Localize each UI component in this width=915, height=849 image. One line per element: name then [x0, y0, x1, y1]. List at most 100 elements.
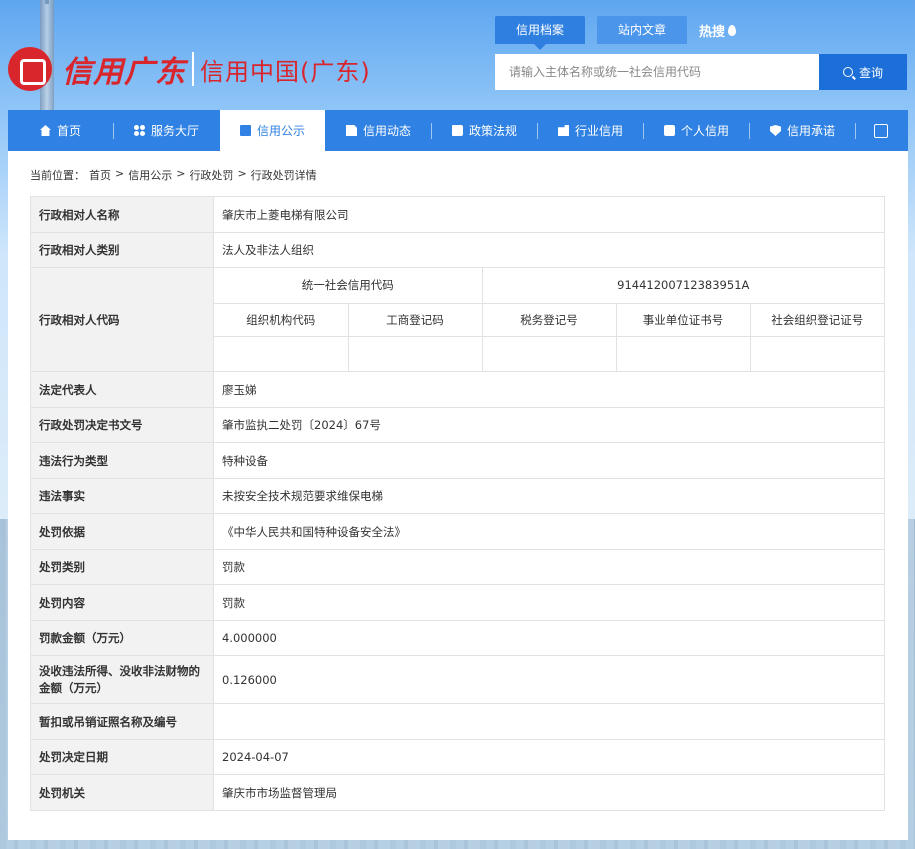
field-label: 处罚依据 — [30, 513, 214, 550]
table-row: 处罚机关 肇庆市市场监督管理局 — [30, 774, 885, 811]
search-bar: 查询 — [495, 54, 907, 90]
code-value — [214, 335, 349, 371]
search-icon — [842, 67, 853, 77]
logo-divider — [192, 52, 194, 86]
nav-item-label: 信用承诺 — [786, 124, 835, 138]
code-header: 社会组织登记证号 — [749, 302, 884, 337]
field-value: 法人及非法人组织 — [213, 232, 885, 268]
code-header: 税务登记号 — [481, 302, 617, 337]
field-label: 行政相对人类别 — [30, 232, 214, 268]
breadcrumb-separator: > — [115, 167, 125, 180]
field-value: 特种设备 — [213, 442, 885, 479]
flame-icon — [728, 24, 737, 36]
breadcrumb-separator: > — [176, 167, 186, 180]
nav-item-personal-credit[interactable]: 个人信用 — [644, 110, 749, 151]
field-value: 肇市监执二处罚〔2024〕67号 — [213, 407, 885, 443]
nav-expand-button[interactable] — [856, 110, 906, 151]
table-row: 暂扣或吊销证照名称及编号 — [30, 703, 885, 740]
code-subtable-cell: 统一社会信用代码 91441200712383951A 组织机构代码 工商登记码… — [213, 267, 885, 372]
home-icon — [39, 125, 51, 136]
table-row: 行政相对人名称 肇庆市上菱电梯有限公司 — [30, 196, 885, 233]
breadcrumb-admin-penalty[interactable]: 行政处罚 — [189, 167, 233, 183]
table-row: 处罚类别 罚款 — [30, 549, 885, 585]
breadcrumb-prefix: 当前位置： — [30, 169, 85, 182]
search-scope-tabs: 信用档案 站内文章 热搜 — [495, 16, 737, 50]
nav-item-industry-credit[interactable]: 行业信用 — [538, 110, 643, 151]
field-label: 行政处罚决定书文号 — [30, 407, 214, 443]
logo-emblem-icon — [8, 47, 52, 91]
field-label: 行政相对人名称 — [30, 196, 214, 233]
table-row: 法定代表人 廖玉娣 — [30, 371, 885, 408]
nav-item-label: 行业信用 — [574, 124, 623, 138]
field-value: 4.000000 — [213, 620, 885, 656]
field-value: 罚款 — [213, 549, 885, 585]
breadcrumb-current: 行政处罚详情 — [250, 169, 317, 182]
field-label: 处罚决定日期 — [30, 739, 214, 775]
field-value: 肇庆市上菱电梯有限公司 — [213, 196, 885, 233]
field-label: 罚款金额（万元） — [30, 620, 214, 656]
shield-icon — [769, 125, 781, 136]
nav-item-service-hall[interactable]: 服务大厅 — [114, 110, 219, 151]
search-button-label: 查询 — [858, 65, 883, 80]
hot-search-label: 热搜 — [699, 24, 726, 40]
nav-item-label: 服务大厅 — [150, 124, 199, 138]
breadcrumb-credit-publicity[interactable]: 信用公示 — [128, 167, 172, 183]
code-header: 工商登记码 — [347, 302, 483, 337]
content-panel: 当前位置： 首页 > 信用公示 > 行政处罚 > 行政处罚详情 行政相对人名称 … — [8, 151, 908, 840]
table-row: 处罚依据 《中华人民共和国特种设备安全法》 — [30, 513, 885, 550]
nav-item-label: 信用公示 — [256, 124, 305, 138]
code-value — [481, 335, 617, 371]
user-icon — [663, 125, 675, 136]
table-row: 组织机构代码 工商登记码 税务登记号 事业单位证书号 社会组织登记证号 — [214, 302, 884, 337]
logo-script-text: 信用广东 — [62, 55, 186, 90]
breadcrumb-home[interactable]: 首页 — [89, 167, 111, 183]
field-value: 廖玉娣 — [213, 371, 885, 408]
table-row: 处罚内容 罚款 — [30, 584, 885, 621]
grid-icon — [133, 125, 145, 136]
table-row: 违法行为类型 特种设备 — [30, 442, 885, 479]
main-nav: 首页 服务大厅 信用公示 信用动态 政策法规 行业信用 个人信用 信用承诺 — [8, 110, 908, 151]
logo-title: 信用中国(广东) — [200, 57, 371, 86]
field-label: 违法行为类型 — [30, 442, 214, 479]
briefcase-icon — [239, 125, 251, 136]
code-value — [749, 335, 884, 371]
field-label: 处罚机关 — [30, 774, 214, 811]
site-logo[interactable]: 信用广东 信用中国(广东) — [8, 46, 371, 92]
table-row: 行政相对人代码 统一社会信用代码 91441200712383951A 组织机构… — [30, 267, 885, 372]
table-row: 行政处罚决定书文号 肇市监执二处罚〔2024〕67号 — [30, 407, 885, 443]
code-header: 组织机构代码 — [214, 302, 349, 337]
field-value — [213, 703, 885, 740]
search-input[interactable] — [495, 54, 819, 90]
field-value: 肇庆市市场监督管理局 — [213, 774, 885, 811]
field-label: 处罚类别 — [30, 549, 214, 585]
field-label: 违法事实 — [30, 478, 214, 514]
field-label: 没收违法所得、没收非法财物的金额（万元） — [30, 655, 214, 704]
search-button[interactable]: 查询 — [819, 54, 907, 90]
field-value: 罚款 — [213, 584, 885, 621]
hot-search-link[interactable]: 热搜 — [699, 21, 737, 40]
field-value: 未按安全技术规范要求维保电梯 — [213, 478, 885, 514]
code-value — [615, 335, 751, 371]
table-row: 罚款金额（万元） 4.000000 — [30, 620, 885, 656]
table-row: 行政相对人类别 法人及非法人组织 — [30, 232, 885, 268]
table-row: 违法事实 未按安全技术规范要求维保电梯 — [30, 478, 885, 514]
nav-item-credit-publicity[interactable]: 信用公示 — [220, 110, 325, 151]
table-row: 处罚决定日期 2024-04-07 — [30, 739, 885, 775]
tab-site-articles[interactable]: 站内文章 — [597, 16, 688, 44]
uscc-label: 统一社会信用代码 — [214, 268, 483, 304]
nav-item-policies[interactable]: 政策法规 — [432, 110, 537, 151]
table-row — [214, 335, 884, 371]
field-value: 0.126000 — [213, 655, 885, 704]
field-value: 2024-04-07 — [213, 739, 885, 775]
nav-item-label: 个人信用 — [680, 124, 729, 138]
building-icon — [557, 125, 569, 136]
nav-item-home[interactable]: 首页 — [8, 110, 113, 151]
tab-credit-archive[interactable]: 信用档案 — [495, 16, 586, 50]
nav-item-credit-commitment[interactable]: 信用承诺 — [750, 110, 855, 151]
book-icon — [451, 125, 463, 136]
code-header: 事业单位证书号 — [615, 302, 751, 337]
field-label: 暂扣或吊销证照名称及编号 — [30, 703, 214, 740]
nav-item-credit-news[interactable]: 信用动态 — [326, 110, 431, 151]
code-value — [347, 335, 483, 371]
field-label: 行政相对人代码 — [30, 267, 214, 372]
